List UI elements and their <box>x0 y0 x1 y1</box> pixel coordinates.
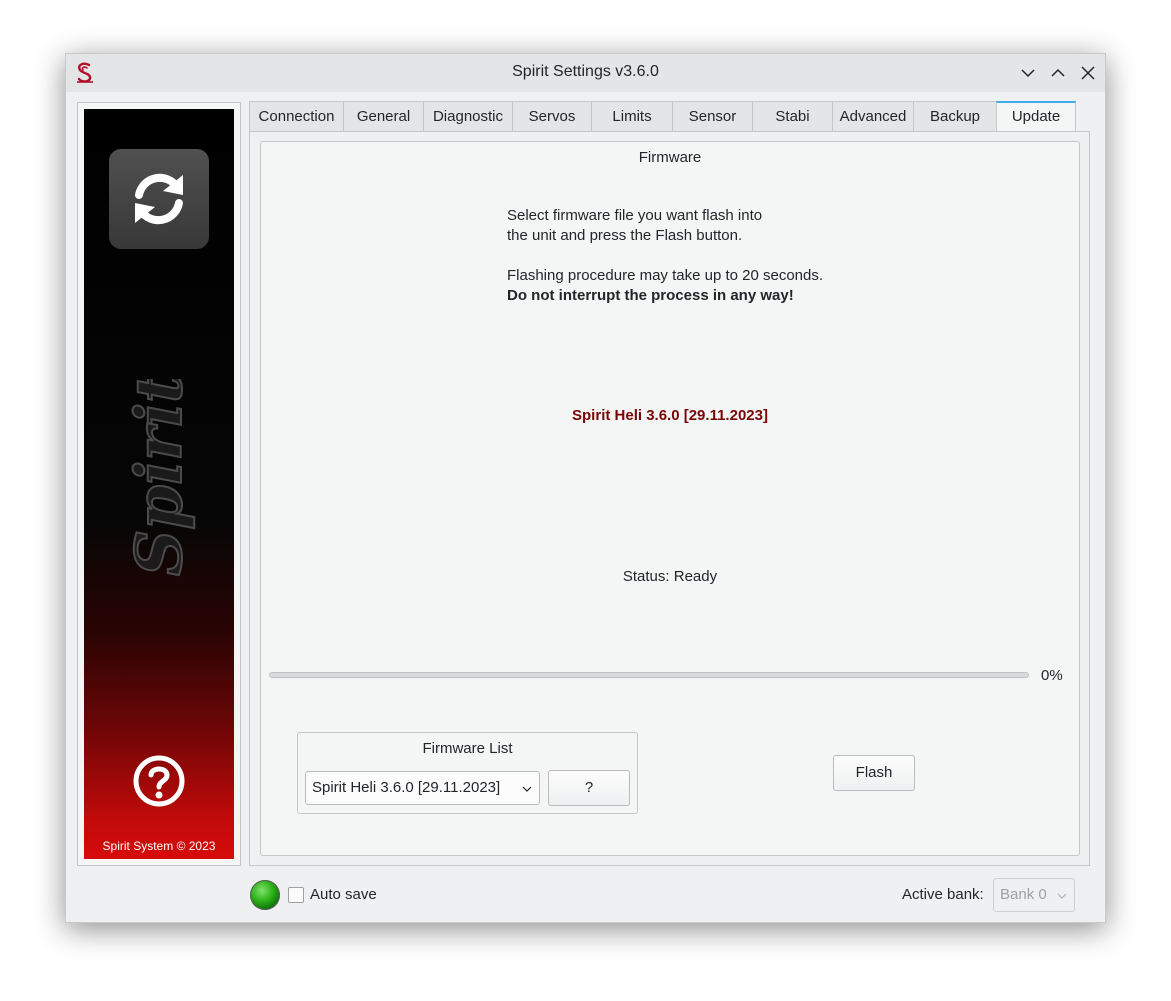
active-bank-value: Bank 0 <box>1000 886 1047 903</box>
auto-save-label[interactable]: Auto save <box>310 886 377 903</box>
firmware-select[interactable]: Spirit Heli 3.6.0 [29.11.2023] <box>305 771 540 805</box>
help-icon[interactable] <box>132 754 186 808</box>
tab-connection[interactable]: Connection <box>249 101 344 131</box>
firmware-group: Firmware Select firmware file you want f… <box>260 141 1080 856</box>
instruction-line: Flashing procedure may take up to 20 sec… <box>507 267 824 284</box>
maximize-button[interactable] <box>1049 64 1067 82</box>
active-bank-select[interactable]: Bank 0 <box>993 878 1075 912</box>
instruction-line: the unit and press the Flash button. <box>507 227 743 244</box>
close-icon <box>1081 66 1095 80</box>
window-title: Spirit Settings v3.6.0 <box>512 63 659 80</box>
tab-limits[interactable]: Limits <box>591 101 673 131</box>
progress-percent: 0% <box>1041 667 1063 684</box>
tab-stabi[interactable]: Stabi <box>752 101 833 131</box>
tab-sensor[interactable]: Sensor <box>672 101 753 131</box>
title-bar: Spirit Settings v3.6.0 <box>66 54 1105 92</box>
sync-button[interactable] <box>109 149 209 249</box>
tab-diagnostic[interactable]: Diagnostic <box>423 101 513 131</box>
close-button[interactable] <box>1079 64 1097 82</box>
tab-update[interactable]: Update <box>996 101 1076 132</box>
spirit-settings-window: Spirit Settings v3.6.0 Spirit Spirit Sys… <box>65 53 1106 923</box>
status-label: Status: <box>622 568 670 585</box>
flash-instructions: Select firmware file you want flash into… <box>507 206 907 306</box>
auto-save-checkbox[interactable] <box>288 887 304 903</box>
chevron-down-icon <box>522 786 532 792</box>
status-line: Status: Ready <box>261 568 1079 585</box>
tab-backup[interactable]: Backup <box>913 101 997 131</box>
instruction-warning: Do not interrupt the process in any way! <box>507 287 794 304</box>
chevron-down-icon <box>1057 893 1067 899</box>
firmware-group-title: Firmware <box>638 149 702 166</box>
firmware-version: Spirit Heli 3.6.0 [29.11.2023] <box>572 407 768 424</box>
tab-advanced[interactable]: Advanced <box>832 101 914 131</box>
firmware-help-button[interactable]: ? <box>548 770 630 806</box>
active-bank-label: Active bank: <box>902 886 984 903</box>
svg-text:Spirit: Spirit <box>122 379 197 576</box>
copyright-text: Spirit System © 2023 <box>102 839 216 853</box>
firmware-select-value: Spirit Heli 3.6.0 [29.11.2023] <box>312 779 501 796</box>
spirit-brand-logo: Spirit <box>121 379 198 577</box>
firmware-list-title: Firmware List <box>422 740 513 757</box>
sidebar-frame: Spirit Spirit System © 2023 <box>77 102 241 866</box>
update-tab-panel: Firmware Select firmware file you want f… <box>249 131 1090 866</box>
status-value: Ready <box>673 568 718 585</box>
firmware-list-group: Firmware List Spirit Heli 3.6.0 [29.11.2… <box>297 732 638 814</box>
flash-button[interactable]: Flash <box>833 755 915 791</box>
sidebar: Spirit Spirit System © 2023 <box>84 109 234 859</box>
flash-progress-bar <box>269 672 1029 678</box>
tab-general[interactable]: General <box>343 101 424 131</box>
minimize-button[interactable] <box>1019 64 1037 82</box>
instruction-line: Select firmware file you want flash into <box>507 207 763 224</box>
sync-icon <box>135 173 183 225</box>
maximize-icon <box>1051 68 1065 77</box>
status-led-icon <box>250 880 280 910</box>
minimize-icon <box>1021 69 1035 78</box>
tab-servos[interactable]: Servos <box>512 101 592 131</box>
